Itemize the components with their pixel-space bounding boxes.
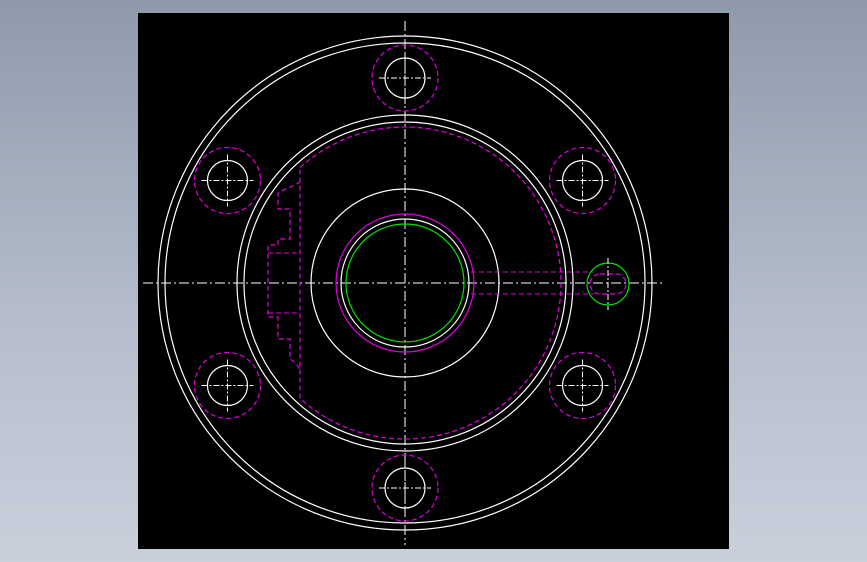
cad-viewport[interactable] [138,13,729,549]
flange-drawing [143,21,663,545]
hidden-stepped-profile [267,180,301,374]
pin-hole [586,258,630,310]
center-lines [143,21,663,545]
